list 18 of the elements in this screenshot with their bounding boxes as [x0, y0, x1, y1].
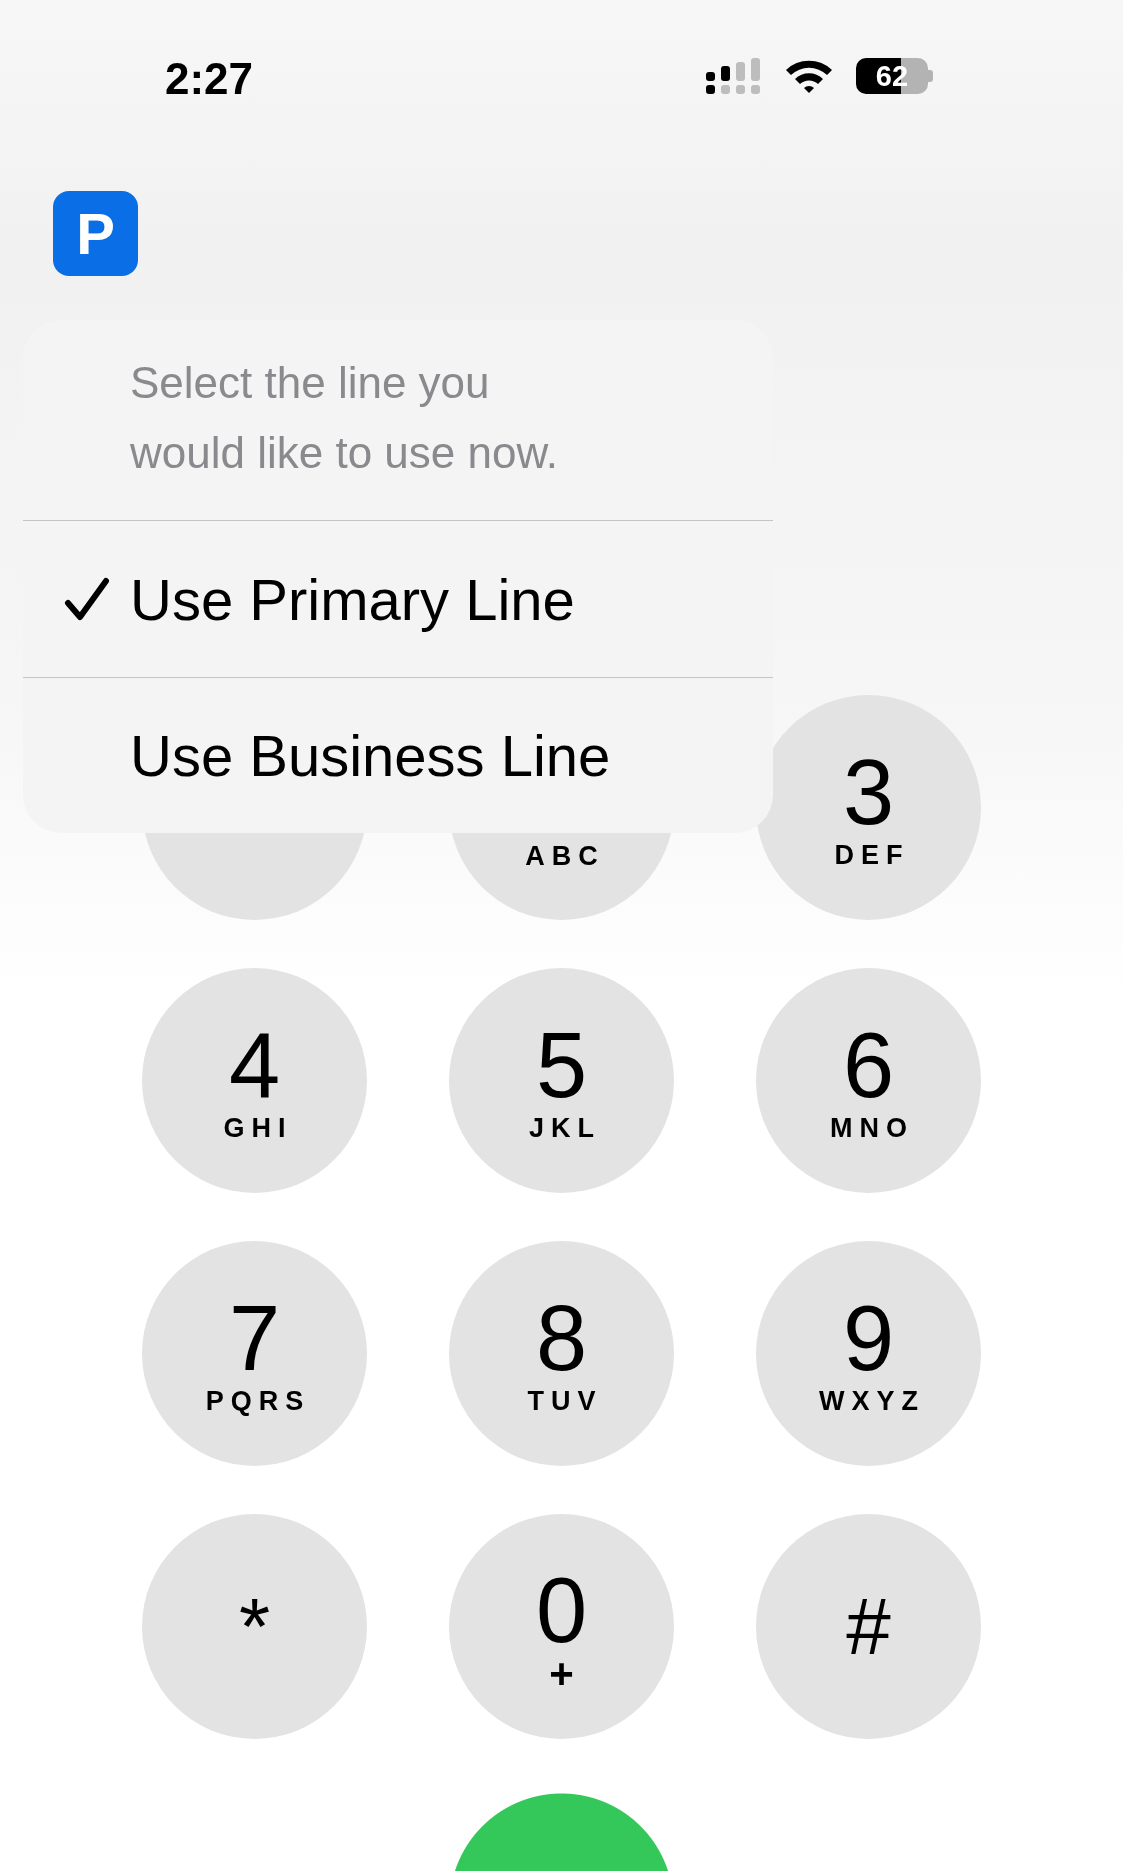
menu-prompt: Select the line you would like to use now. [23, 320, 773, 521]
signal-icon [706, 58, 762, 94]
menu-item[interactable]: Use Primary Line [23, 521, 773, 677]
dial-key[interactable]: 9 WXYZ [756, 1241, 981, 1466]
dial-key[interactable]: 8 TUV [449, 1241, 674, 1466]
dial-key[interactable]: 0 + [449, 1514, 674, 1739]
menu-item[interactable]: Use Business Line [23, 677, 773, 833]
checkmark-icon [63, 575, 111, 623]
dial-key[interactable]: 6 MNO [756, 968, 981, 1193]
app-badge[interactable]: P [53, 191, 138, 276]
dial-key[interactable]: 5 JKL [449, 968, 674, 1193]
status-time: 2:27 [165, 53, 254, 105]
dial-key[interactable]: 4 GHI [142, 968, 367, 1193]
dial-key[interactable]: * [142, 1514, 367, 1739]
dial-key[interactable]: 3 DEF [756, 695, 981, 920]
wifi-icon [784, 58, 834, 94]
dial-key[interactable]: # [756, 1514, 981, 1739]
dial-key[interactable]: 7 PQRS [142, 1241, 367, 1466]
